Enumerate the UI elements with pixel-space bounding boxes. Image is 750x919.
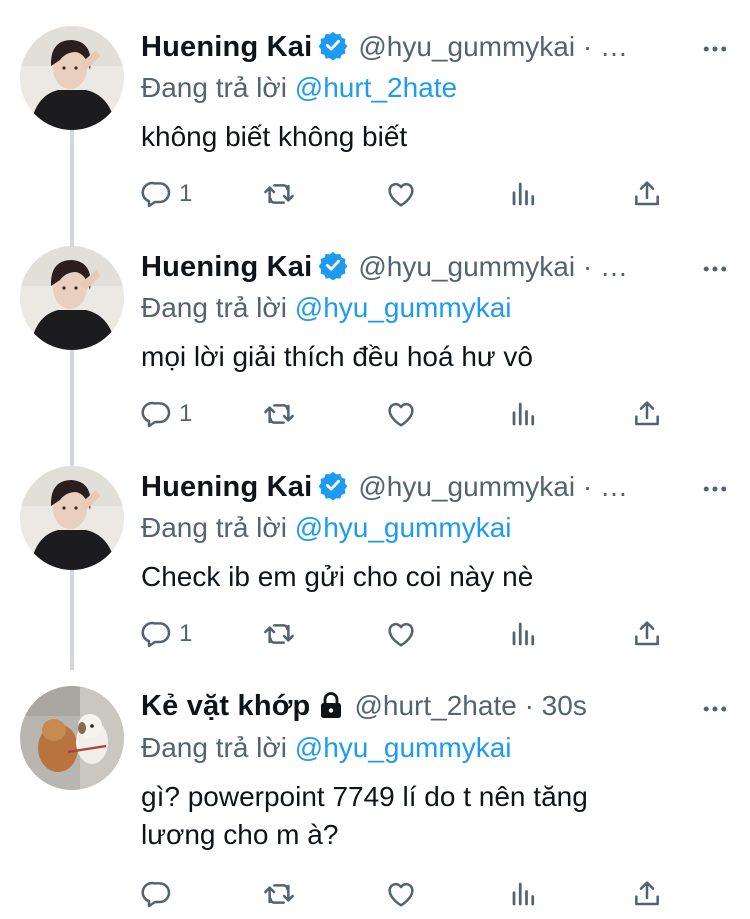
verified-badge-icon (318, 250, 348, 285)
reply-count: 1 (179, 180, 193, 207)
reply-icon (141, 878, 173, 910)
share-icon (631, 878, 663, 910)
display-name[interactable]: Huening Kai (141, 31, 312, 63)
tweet-header: Huening Kai @hyu_gummykai · … (141, 250, 730, 286)
reply-button[interactable]: 1 (141, 614, 192, 654)
avatar[interactable] (20, 246, 124, 350)
action-bar: 1 (141, 394, 681, 434)
views-button[interactable] (509, 394, 539, 434)
share-icon (631, 178, 663, 210)
retweet-button[interactable] (261, 614, 297, 654)
like-button[interactable] (385, 614, 417, 654)
share-button[interactable] (631, 874, 663, 914)
reply-button[interactable]: 1 (141, 174, 192, 214)
more-icon[interactable] (700, 254, 730, 289)
replying-to: Đang trả lời @hyu_gummykai (141, 732, 512, 764)
reply-icon (141, 618, 173, 650)
replying-to: Đang trả lời @hyu_gummykai (141, 512, 512, 544)
retweet-button[interactable] (261, 394, 297, 434)
like-button[interactable] (385, 174, 417, 214)
views-icon (509, 398, 539, 430)
tweet[interactable]: Huening Kai @hyu_gummykai · … Đang trả lờ… (0, 220, 750, 440)
views-button[interactable] (509, 174, 539, 214)
user-handle[interactable]: @hyu_gummykai · … (358, 31, 628, 62)
share-button[interactable] (631, 614, 663, 654)
like-button[interactable] (385, 394, 417, 434)
reply-count: 1 (179, 620, 193, 647)
display-name[interactable]: Huening Kai (141, 251, 312, 283)
more-icon[interactable] (700, 474, 730, 509)
display-name[interactable]: Kẻ vặt khớp (141, 690, 310, 722)
tweet-text: mọi lời giải thích đều hoá hư vô (141, 341, 533, 372)
more-icon[interactable] (700, 34, 730, 69)
share-icon (631, 618, 663, 650)
reply-count: 1 (179, 400, 193, 427)
tweet-header: Huening Kai @hyu_gummykai · … (141, 470, 730, 506)
replying-to: Đang trả lời @hyu_gummykai (141, 292, 512, 324)
more-icon[interactable] (700, 694, 730, 729)
share-icon (631, 398, 663, 430)
like-icon (385, 398, 417, 430)
user-handle[interactable]: @hurt_2hate · 30s (354, 690, 586, 721)
reply-icon (141, 178, 173, 210)
avatar[interactable] (20, 466, 124, 570)
retweet-button[interactable] (261, 874, 297, 914)
avatar[interactable] (20, 686, 124, 790)
action-bar: 1 (141, 174, 681, 214)
verified-badge-icon (318, 470, 348, 505)
reply-prefix: Đang trả lời (141, 292, 287, 323)
reply-prefix: Đang trả lời (141, 512, 287, 543)
tweet-text: Check ib em gửi cho coi này nè (141, 561, 534, 592)
like-icon (385, 618, 417, 650)
tweet[interactable]: Kẻ vặt khớp @hurt_2hate · 30s Đang trả l… (0, 660, 750, 919)
like-icon (385, 178, 417, 210)
user-handle[interactable]: @hyu_gummykai · … (358, 471, 628, 502)
views-button[interactable] (509, 614, 539, 654)
display-name[interactable]: Huening Kai (141, 471, 312, 503)
like-button[interactable] (385, 874, 417, 914)
lock-icon (318, 691, 344, 724)
action-bar: 1 (141, 614, 681, 654)
reply-mention-link[interactable]: @hyu_gummykai (295, 732, 512, 763)
tweet-text: gì? powerpoint 7749 lí do t nên tăng lươ… (141, 778, 701, 854)
retweet-icon (261, 878, 297, 910)
retweet-icon (261, 178, 297, 210)
reply-icon (141, 398, 173, 430)
reply-mention-link[interactable]: @hyu_gummykai (295, 292, 512, 323)
tweet-header: Kẻ vặt khớp @hurt_2hate · 30s (141, 690, 730, 726)
reply-button[interactable]: 1 (141, 394, 192, 434)
retweet-icon (261, 398, 297, 430)
tweet[interactable]: Huening Kai @hyu_gummykai · … Đang trả lờ… (0, 0, 750, 220)
action-bar (141, 874, 681, 914)
retweet-icon (261, 618, 297, 650)
verified-badge-icon (318, 30, 348, 65)
replying-to: Đang trả lời @hurt_2hate (141, 72, 457, 104)
share-button[interactable] (631, 174, 663, 214)
tweet-text-line: lương cho m à? (141, 819, 339, 850)
reply-button[interactable] (141, 874, 179, 914)
tweet[interactable]: Huening Kai @hyu_gummykai · … Đang trả lờ… (0, 440, 750, 660)
user-handle[interactable]: @hyu_gummykai · … (358, 251, 628, 282)
tweet-text: không biết không biết (141, 121, 408, 152)
like-icon (385, 878, 417, 910)
avatar[interactable] (20, 26, 124, 130)
reply-prefix: Đang trả lời (141, 732, 287, 763)
retweet-button[interactable] (261, 174, 297, 214)
reply-mention-link[interactable]: @hyu_gummykai (295, 512, 512, 543)
views-button[interactable] (509, 874, 539, 914)
views-icon (509, 178, 539, 210)
views-icon (509, 618, 539, 650)
reply-prefix: Đang trả lời (141, 72, 287, 103)
tweet-text-line: gì? powerpoint 7749 lí do t nên tăng (141, 781, 588, 812)
views-icon (509, 878, 539, 910)
share-button[interactable] (631, 394, 663, 434)
tweet-header: Huening Kai @hyu_gummykai · … (141, 30, 730, 66)
reply-mention-link[interactable]: @hurt_2hate (295, 72, 457, 103)
